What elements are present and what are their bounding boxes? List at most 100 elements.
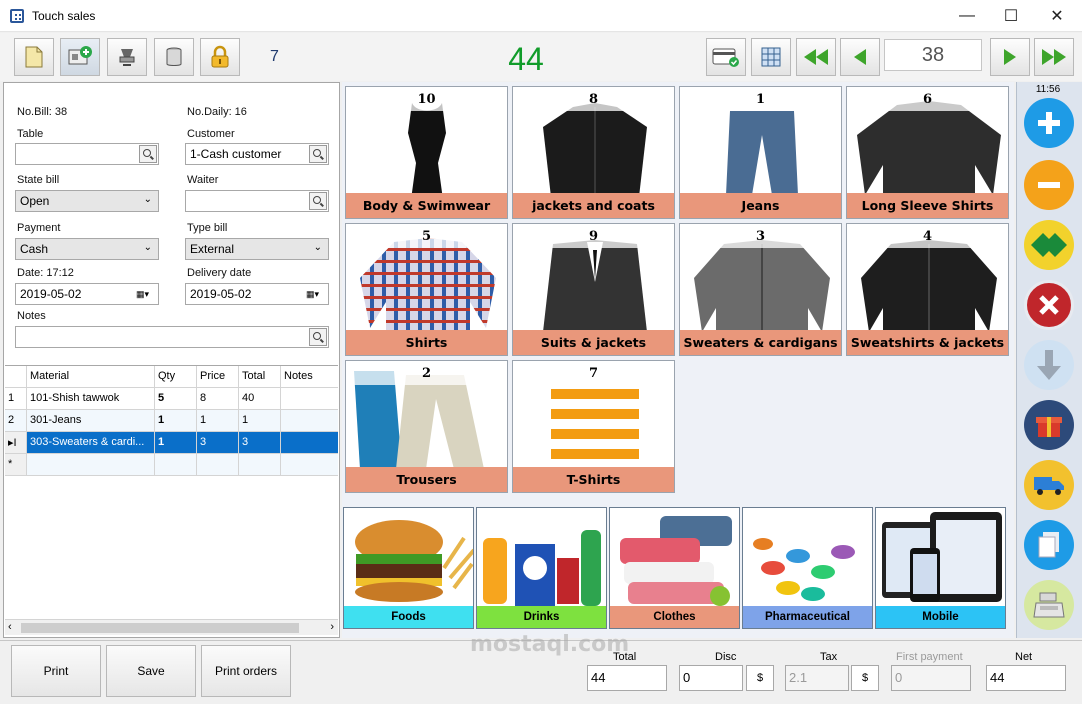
last-page-button[interactable]: [1034, 38, 1074, 76]
row-notes[interactable]: [281, 410, 338, 431]
minimize-button[interactable]: —: [944, 0, 990, 32]
grid-view-button[interactable]: [751, 38, 791, 76]
state-bill-select[interactable]: Open ⌄: [15, 190, 159, 212]
row-material[interactable]: [27, 454, 155, 475]
column-header-notes[interactable]: Notes: [281, 366, 338, 387]
save-button[interactable]: Save: [106, 645, 196, 697]
table-field[interactable]: [15, 143, 159, 165]
cash-register-button[interactable]: [1024, 580, 1074, 630]
type-bill-select[interactable]: External ⌄: [185, 238, 329, 260]
calendar-icon[interactable]: ▦▾: [136, 287, 154, 301]
move-down-button[interactable]: [1024, 340, 1074, 390]
category-mobile[interactable]: Mobile: [875, 507, 1006, 629]
search-icon[interactable]: [309, 145, 327, 163]
row-qty[interactable]: 1: [155, 410, 197, 431]
net-field[interactable]: 44: [986, 665, 1066, 691]
product-tile-long-sleeve[interactable]: 6 Long Sleeve Shirts: [846, 86, 1009, 219]
horizontal-scrollbar[interactable]: ‹ ›: [5, 619, 338, 635]
product-tile-suits[interactable]: 9 Suits & jackets: [512, 223, 675, 356]
next-page-button[interactable]: [990, 38, 1030, 76]
row-price[interactable]: 1: [197, 410, 239, 431]
add-item-button[interactable]: [60, 38, 100, 76]
product-tile-jackets-coats[interactable]: 8 jackets and coats: [512, 86, 675, 219]
title-bar: Touch sales — ☐ ✕: [0, 0, 1082, 32]
row-notes[interactable]: [281, 432, 338, 453]
close-window-button[interactable]: ✕: [1034, 0, 1080, 32]
search-icon[interactable]: [309, 192, 327, 210]
row-notes[interactable]: [281, 388, 338, 409]
table-row[interactable]: 1 101-Shish tawwok 5 8 40: [5, 388, 338, 410]
waiter-field[interactable]: [185, 190, 329, 212]
row-qty[interactable]: [155, 454, 197, 475]
tax-field[interactable]: 2.1: [785, 665, 849, 691]
product-tile-sweatshirts[interactable]: 4 Sweatshirts & jackets: [846, 223, 1009, 356]
grid-header: Material Qty Price Total Notes: [5, 366, 338, 388]
tax-currency-button[interactable]: $: [851, 665, 879, 691]
date-field[interactable]: 2019-05-02 ▦▾: [15, 283, 159, 305]
row-qty[interactable]: 5: [155, 388, 197, 409]
maximize-button[interactable]: ☐: [988, 0, 1034, 32]
delete-button[interactable]: [154, 38, 194, 76]
decrease-qty-button[interactable]: [1024, 160, 1074, 210]
window-title: Touch sales: [32, 9, 96, 23]
scroll-left-icon[interactable]: ‹: [8, 621, 12, 633]
disc-currency-button[interactable]: $: [746, 665, 774, 691]
first-payment-field[interactable]: 0: [891, 665, 971, 691]
calendar-icon[interactable]: ▦▾: [306, 287, 324, 301]
increase-qty-button[interactable]: [1024, 98, 1074, 148]
category-drinks[interactable]: Drinks: [476, 507, 607, 629]
row-material[interactable]: 303-Sweaters & cardi...: [27, 432, 155, 453]
column-header-qty[interactable]: Qty: [155, 366, 197, 387]
product-tile-body-swimwear[interactable]: 10 Body & Swimwear: [345, 86, 508, 219]
gift-button[interactable]: [1024, 400, 1074, 450]
row-material[interactable]: 101-Shish tawwok: [27, 388, 155, 409]
row-price[interactable]: [197, 454, 239, 475]
category-pharmaceutical[interactable]: Pharmaceutical: [742, 507, 873, 629]
print-orders-button[interactable]: Print orders: [201, 645, 291, 697]
page-number-field[interactable]: 38: [884, 39, 982, 71]
cancel-item-button[interactable]: [1024, 280, 1074, 330]
row-material[interactable]: 301-Jeans: [27, 410, 155, 431]
stamp-button[interactable]: [107, 38, 147, 76]
payment-select[interactable]: Cash ⌄: [15, 238, 159, 260]
delivery-date-field[interactable]: 2019-05-02 ▦▾: [185, 283, 329, 305]
product-tile-shirts[interactable]: 5 Shirts: [345, 223, 508, 356]
lock-button[interactable]: [200, 38, 240, 76]
scrollbar-thumb[interactable]: [21, 623, 299, 633]
discount-button[interactable]: [1024, 220, 1074, 270]
column-header-material[interactable]: Material: [27, 366, 155, 387]
customer-field[interactable]: 1-Cash customer: [185, 143, 329, 165]
notes-field[interactable]: [15, 326, 329, 348]
column-header-total[interactable]: Total: [239, 366, 281, 387]
payment-card-button[interactable]: [706, 38, 746, 76]
date-label: Date: 17:12: [17, 267, 74, 279]
column-header-price[interactable]: Price: [197, 366, 239, 387]
first-page-button[interactable]: [796, 38, 836, 76]
new-row[interactable]: *: [5, 454, 338, 476]
table-row[interactable]: 2 301-Jeans 1 1 1: [5, 410, 338, 432]
new-bill-button[interactable]: [14, 38, 54, 76]
row-price[interactable]: 3: [197, 432, 239, 453]
product-tile-jeans[interactable]: 1 Jeans: [679, 86, 842, 219]
scroll-right-icon[interactable]: ›: [330, 621, 334, 633]
print-button[interactable]: Print: [11, 645, 101, 697]
double-arrow-left-icon: [804, 49, 828, 65]
product-tile-trousers[interactable]: 2 Trousers: [345, 360, 508, 493]
disc-field[interactable]: 0: [679, 665, 743, 691]
total-field[interactable]: 44: [587, 665, 667, 691]
product-tile-tshirts[interactable]: 7 T-Shirts: [512, 360, 675, 493]
row-index: ▸I: [5, 432, 27, 453]
search-icon[interactable]: [139, 145, 157, 163]
row-notes[interactable]: [281, 454, 338, 475]
row-qty[interactable]: 1: [155, 432, 197, 453]
category-foods[interactable]: Foods: [343, 507, 474, 629]
previous-page-button[interactable]: [840, 38, 880, 76]
product-tile-sweaters[interactable]: 3 Sweaters & cardigans: [679, 223, 842, 356]
category-clothes[interactable]: Clothes: [609, 507, 740, 629]
search-icon[interactable]: [309, 328, 327, 346]
row-index: 1: [5, 388, 27, 409]
copy-bill-button[interactable]: [1024, 520, 1074, 570]
row-price[interactable]: 8: [197, 388, 239, 409]
delivery-button[interactable]: [1024, 460, 1074, 510]
table-row-selected[interactable]: ▸I 303-Sweaters & cardi... 1 3 3: [5, 432, 338, 454]
